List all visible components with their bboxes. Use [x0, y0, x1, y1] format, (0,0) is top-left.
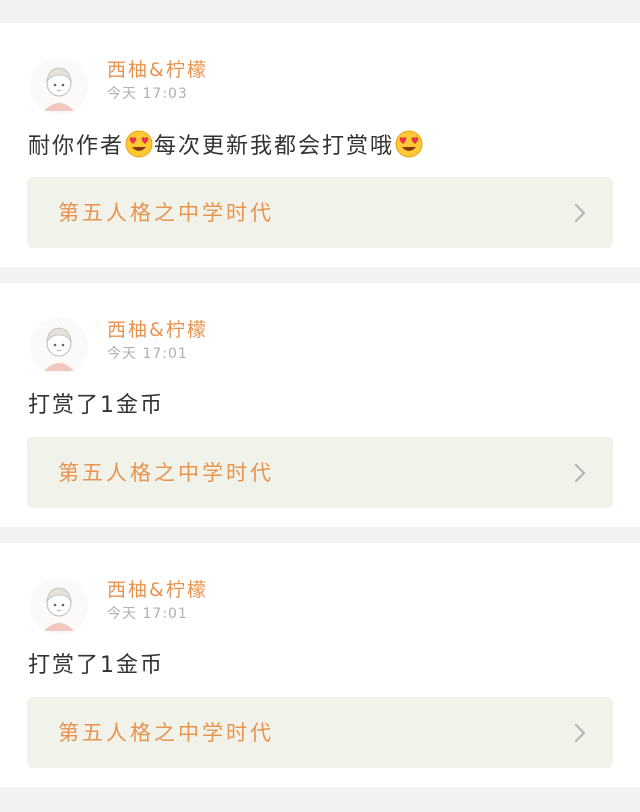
heart-eyes-emoji-icon [394, 129, 424, 159]
heart-eyes-emoji-icon [124, 129, 154, 159]
comment-text-part: 每次更新我都会打赏哦 [154, 134, 395, 159]
chevron-right-icon [573, 202, 587, 224]
work-title: 第五人格之中学时代 [58, 461, 274, 485]
username[interactable]: 西柚&柠檬 [107, 318, 208, 342]
comment-card: 西柚&柠檬 今天 17:03 耐你作者 每次更新我都会打赏哦 第五人格之中学时代 [0, 23, 640, 267]
timestamp: 今天 17:01 [107, 606, 188, 622]
comment-text-part: 打赏了1金币 [28, 653, 164, 678]
work-link[interactable]: 第五人格之中学时代 [27, 437, 613, 508]
comment-text-part: 打赏了1金币 [28, 393, 164, 418]
comment-card: 西柚&柠檬 今天 17:01 打赏了1金币 第五人格之中学时代 [0, 283, 640, 527]
comment-text-part: 耐你作者 [28, 134, 125, 159]
work-link[interactable]: 第五人格之中学时代 [27, 697, 613, 768]
username[interactable]: 西柚&柠檬 [107, 578, 208, 602]
avatar[interactable] [30, 317, 88, 375]
chevron-right-icon [573, 722, 587, 744]
avatar[interactable] [30, 577, 88, 635]
avatar[interactable] [30, 57, 88, 115]
timestamp: 今天 17:03 [107, 86, 188, 102]
work-title: 第五人格之中学时代 [58, 721, 274, 745]
comment-text: 耐你作者 每次更新我都会打赏哦 [28, 129, 424, 164]
chevron-right-icon [573, 462, 587, 484]
comment-text: 打赏了1金币 [28, 389, 164, 423]
work-link[interactable]: 第五人格之中学时代 [27, 177, 613, 248]
timestamp: 今天 17:01 [107, 346, 188, 362]
username[interactable]: 西柚&柠檬 [107, 58, 208, 82]
comment-text: 打赏了1金币 [28, 649, 164, 683]
work-title: 第五人格之中学时代 [58, 201, 274, 225]
comment-card: 西柚&柠檬 今天 17:01 打赏了1金币 第五人格之中学时代 [0, 543, 640, 787]
